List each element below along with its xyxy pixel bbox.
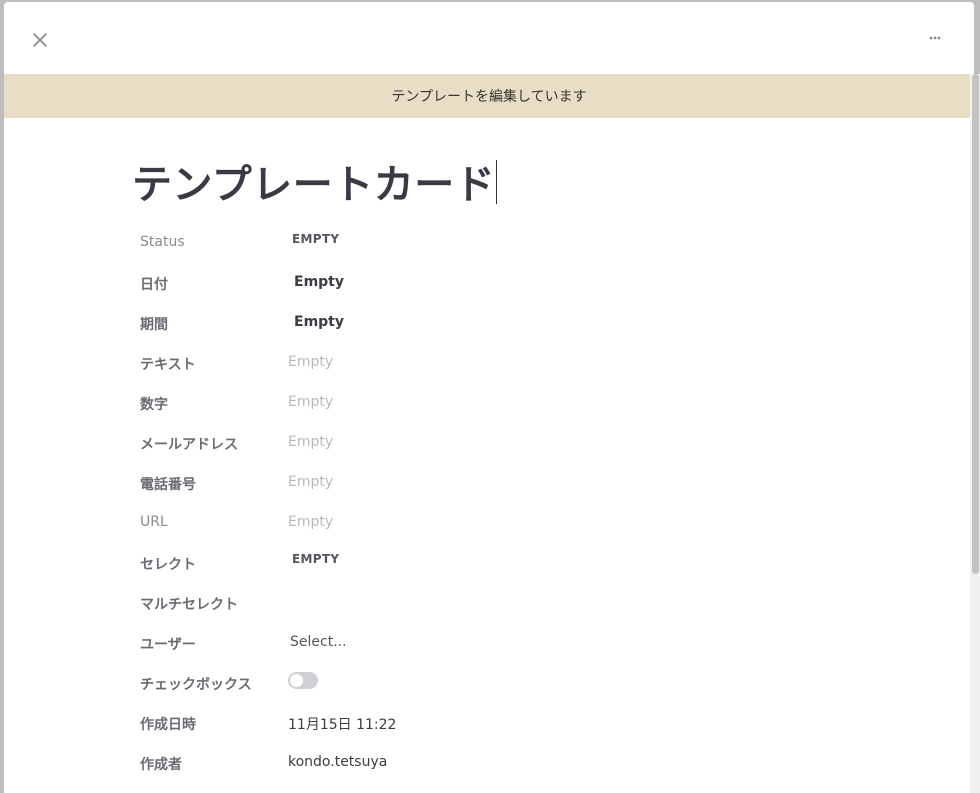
property-label: 電話番号	[140, 477, 196, 493]
card-dialog: テンプレートを編集しています テンプレートカード Status EMPTY 日付…	[4, 2, 974, 793]
property-label: テキスト	[140, 357, 196, 373]
property-label: Status	[140, 234, 185, 250]
text-field[interactable]: Empty	[288, 354, 333, 370]
property-row-created-at: 作成日時 11月15日 11:22	[140, 704, 840, 744]
property-row-multiselect: マルチセレクト	[140, 584, 840, 624]
property-label: マルチセレクト	[140, 597, 238, 613]
property-row-checkbox: チェックボックス	[140, 664, 840, 704]
property-label: 数字	[140, 397, 168, 413]
select-value[interactable]: EMPTY	[292, 552, 339, 566]
number-field[interactable]: Empty	[288, 394, 333, 410]
property-row-select: セレクト EMPTY	[140, 544, 840, 584]
user-select[interactable]: Select...	[290, 634, 347, 650]
card-title[interactable]: テンプレートカード	[132, 152, 498, 210]
period-value[interactable]: Empty	[294, 314, 344, 330]
status-value[interactable]: EMPTY	[292, 232, 339, 246]
property-list: Status EMPTY 日付 Empty 期間 Empty テキスト Empt…	[140, 224, 840, 784]
property-label: 作成日時	[140, 717, 196, 733]
property-row-url: URL Empty	[140, 504, 840, 544]
property-label: 期間	[140, 317, 168, 333]
close-button[interactable]	[28, 28, 52, 52]
email-field[interactable]: Empty	[288, 434, 333, 450]
template-editing-banner: テンプレートを編集しています	[4, 74, 974, 118]
created-by-value: kondo.tetsuya	[288, 754, 388, 770]
property-label: メールアドレス	[140, 437, 238, 453]
property-row-email: メールアドレス Empty	[140, 424, 840, 464]
property-row-user: ユーザー Select...	[140, 624, 840, 664]
url-field[interactable]: Empty	[288, 514, 333, 530]
toggle-knob	[290, 674, 303, 687]
property-label: ユーザー	[140, 637, 196, 653]
close-icon	[33, 33, 47, 47]
date-value[interactable]: Empty	[294, 274, 344, 290]
property-row-number: 数字 Empty	[140, 384, 840, 424]
property-label: URL	[140, 514, 168, 530]
property-row-phone: 電話番号 Empty	[140, 464, 840, 504]
more-options-button[interactable]	[924, 28, 948, 48]
created-at-value: 11月15日 11:22	[288, 717, 397, 733]
text-caret	[496, 160, 498, 204]
phone-field[interactable]: Empty	[288, 474, 333, 490]
ellipsis-icon	[929, 36, 941, 40]
scrollbar-thumb[interactable]	[972, 74, 979, 574]
banner-text: テンプレートを編集しています	[391, 89, 587, 105]
property-row-period: 期間 Empty	[140, 304, 840, 344]
property-row-status: Status EMPTY	[140, 224, 840, 264]
property-label: 日付	[140, 277, 168, 293]
property-row-text: テキスト Empty	[140, 344, 840, 384]
checkbox-toggle[interactable]	[288, 672, 318, 689]
property-label: 作成者	[140, 757, 182, 773]
property-label: セレクト	[140, 557, 196, 573]
property-row-date: 日付 Empty	[140, 264, 840, 304]
property-label: チェックボックス	[140, 677, 252, 693]
property-row-created-by: 作成者 kondo.tetsuya	[140, 744, 840, 784]
card-title-text[interactable]: テンプレートカード	[132, 162, 495, 208]
